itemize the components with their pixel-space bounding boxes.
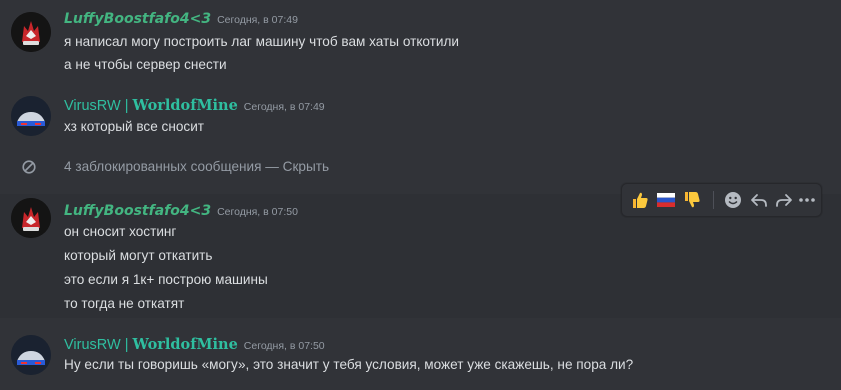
avatar[interactable] [11,198,51,238]
timestamp[interactable]: Сегодня, в 07:49 [244,101,325,113]
message-header: LuffyBoostfafo4<3 Сегодня, в 07:50 [64,203,298,219]
blocked-dash: — [261,159,283,174]
blocked-icon [22,160,36,174]
message-text: который могут откатить [64,248,213,263]
message-header: VirusRW | WorldofMine Сегодня, в 07:50 [64,336,325,353]
message-text: хз который все сносит [64,119,205,134]
reply-button[interactable] [747,188,771,212]
message-actions-toolbar [621,183,822,217]
more-icon [799,198,815,202]
more-options-button[interactable] [795,188,819,212]
username-main: VirusRW [64,98,121,114]
message-group: VirusRW | WorldofMine Сегодня, в 07:49 х… [0,91,841,143]
message-group: VirusRW | WorldofMine Сегодня, в 07:50 Н… [0,332,841,388]
blocked-messages-text: 4 заблокированных сообщения — Скрыть [64,159,329,174]
forward-button[interactable] [772,188,796,212]
reply-icon [751,194,767,207]
username[interactable]: LuffyBoostfafo4<3 [64,11,211,27]
username-tag: WorldofMine [132,336,238,353]
message-text: Ну если ты говоришь «могу», это значит у… [64,357,634,372]
add-reaction-icon [725,192,741,208]
timestamp[interactable]: Сегодня, в 07:50 [244,340,325,352]
blocked-messages-bar: 4 заблокированных сообщения — Скрыть [0,152,841,182]
username[interactable]: LuffyBoostfafo4<3 [64,203,211,219]
forward-icon [776,194,792,207]
username-main: VirusRW [64,337,121,353]
message-text: а не чтобы сервер снести [64,57,227,72]
russia-flag-icon [657,193,675,207]
message-text: он сносит хостинг [64,224,177,239]
message-header: LuffyBoostfafo4<3 Сегодня, в 07:49 [64,11,298,27]
avatar[interactable] [11,12,51,52]
username[interactable]: VirusRW | WorldofMine [64,97,238,114]
avatar[interactable] [11,335,51,375]
thumbs-down-icon [685,192,700,208]
hide-blocked-link[interactable]: Скрыть [283,159,329,174]
username-separator: | [120,337,133,353]
timestamp[interactable]: Сегодня, в 07:49 [217,14,298,26]
username-tag: WorldofMine [132,97,238,114]
blocked-count-label: 4 заблокированных сообщения [64,159,262,174]
avatar[interactable] [11,96,51,136]
russia-flag-reaction-button[interactable] [654,188,678,212]
message-header: VirusRW | WorldofMine Сегодня, в 07:49 [64,97,325,114]
thumbs-up-icon [633,192,648,208]
thumbs-up-reaction-button[interactable] [628,188,652,212]
timestamp[interactable]: Сегодня, в 07:50 [217,206,298,218]
message-text: то тогда не откатят [64,296,185,311]
thumbs-down-reaction-button[interactable] [680,188,704,212]
message-text: я написал могу построить лаг машину чтоб… [64,34,460,49]
message-text: это если я 1к+ построю машины [64,272,268,287]
username-separator: | [120,98,133,114]
username[interactable]: VirusRW | WorldofMine [64,336,238,353]
add-reaction-button[interactable] [721,188,745,212]
message-group: LuffyBoostfafo4<3 Сегодня, в 07:49 я нап… [0,8,841,78]
toolbar-divider [713,191,714,209]
